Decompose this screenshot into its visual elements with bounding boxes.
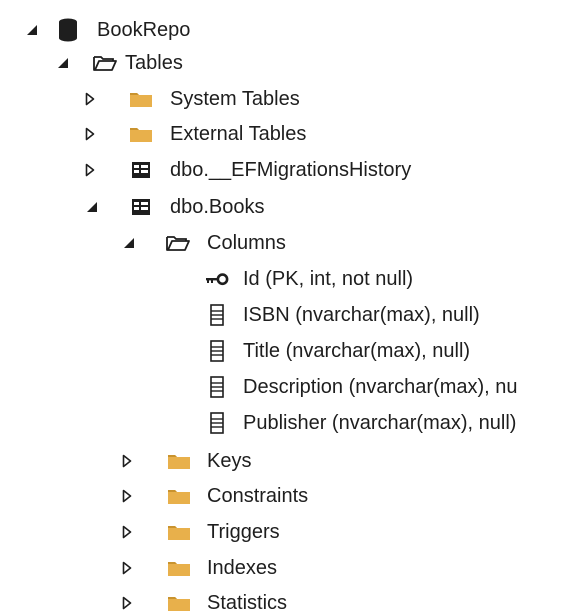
collapsed-arrow-icon[interactable]	[119, 585, 135, 616]
column-icon	[204, 297, 230, 333]
column-icon	[204, 369, 230, 405]
tree-node-label[interactable]: Triggers	[207, 514, 280, 550]
folder-icon	[166, 550, 192, 586]
tree-node-label[interactable]: Keys	[207, 443, 251, 479]
tree-node-label[interactable]: Title (nvarchar(max), null)	[243, 333, 470, 369]
tree-node-label[interactable]: BookRepo	[97, 12, 190, 48]
column-icon	[204, 405, 230, 441]
tree-node-label[interactable]: Statistics	[207, 585, 287, 616]
key-icon	[204, 261, 230, 297]
collapsed-arrow-icon[interactable]	[119, 550, 135, 586]
database-icon	[55, 12, 81, 48]
table-icon	[128, 152, 154, 188]
folder-icon	[128, 81, 154, 117]
folder-icon	[166, 478, 192, 514]
tree-node-label[interactable]: System Tables	[170, 81, 300, 117]
expanded-arrow-icon[interactable]	[84, 189, 100, 225]
collapsed-arrow-icon[interactable]	[82, 81, 98, 117]
folder-open-icon	[165, 225, 191, 261]
expanded-arrow-icon[interactable]	[24, 12, 40, 48]
tree-node-label[interactable]: Description (nvarchar(max), nu	[243, 369, 518, 405]
collapsed-arrow-icon[interactable]	[82, 116, 98, 152]
table-icon	[128, 189, 154, 225]
folder-icon	[166, 514, 192, 550]
collapsed-arrow-icon[interactable]	[82, 152, 98, 188]
tree-node-label[interactable]: External Tables	[170, 116, 306, 152]
collapsed-arrow-icon[interactable]	[119, 478, 135, 514]
tree-node-label[interactable]: Columns	[207, 225, 286, 261]
tree-node-label[interactable]: ISBN (nvarchar(max), null)	[243, 297, 480, 333]
tree-node-label[interactable]: Constraints	[207, 478, 308, 514]
folder-icon	[128, 116, 154, 152]
tree-node-label[interactable]: dbo.Books	[170, 189, 265, 225]
tree-node-label[interactable]: dbo.__EFMigrationsHistory	[170, 152, 411, 188]
collapsed-arrow-icon[interactable]	[119, 514, 135, 550]
expanded-arrow-icon[interactable]	[55, 45, 71, 81]
tree-node-label[interactable]: Indexes	[207, 550, 277, 586]
folder-icon	[166, 585, 192, 616]
column-icon	[204, 333, 230, 369]
expanded-arrow-icon[interactable]	[121, 225, 137, 261]
tree-node-label[interactable]: Id (PK, int, not null)	[243, 261, 413, 297]
folder-icon	[166, 443, 192, 479]
collapsed-arrow-icon[interactable]	[119, 443, 135, 479]
folder-open-icon	[92, 45, 118, 81]
tree-node-label[interactable]: Tables	[125, 45, 183, 81]
tree-node-label[interactable]: Publisher (nvarchar(max), null)	[243, 405, 516, 441]
object-explorer-tree: BookRepo Tables System Tables External T…	[0, 0, 571, 616]
